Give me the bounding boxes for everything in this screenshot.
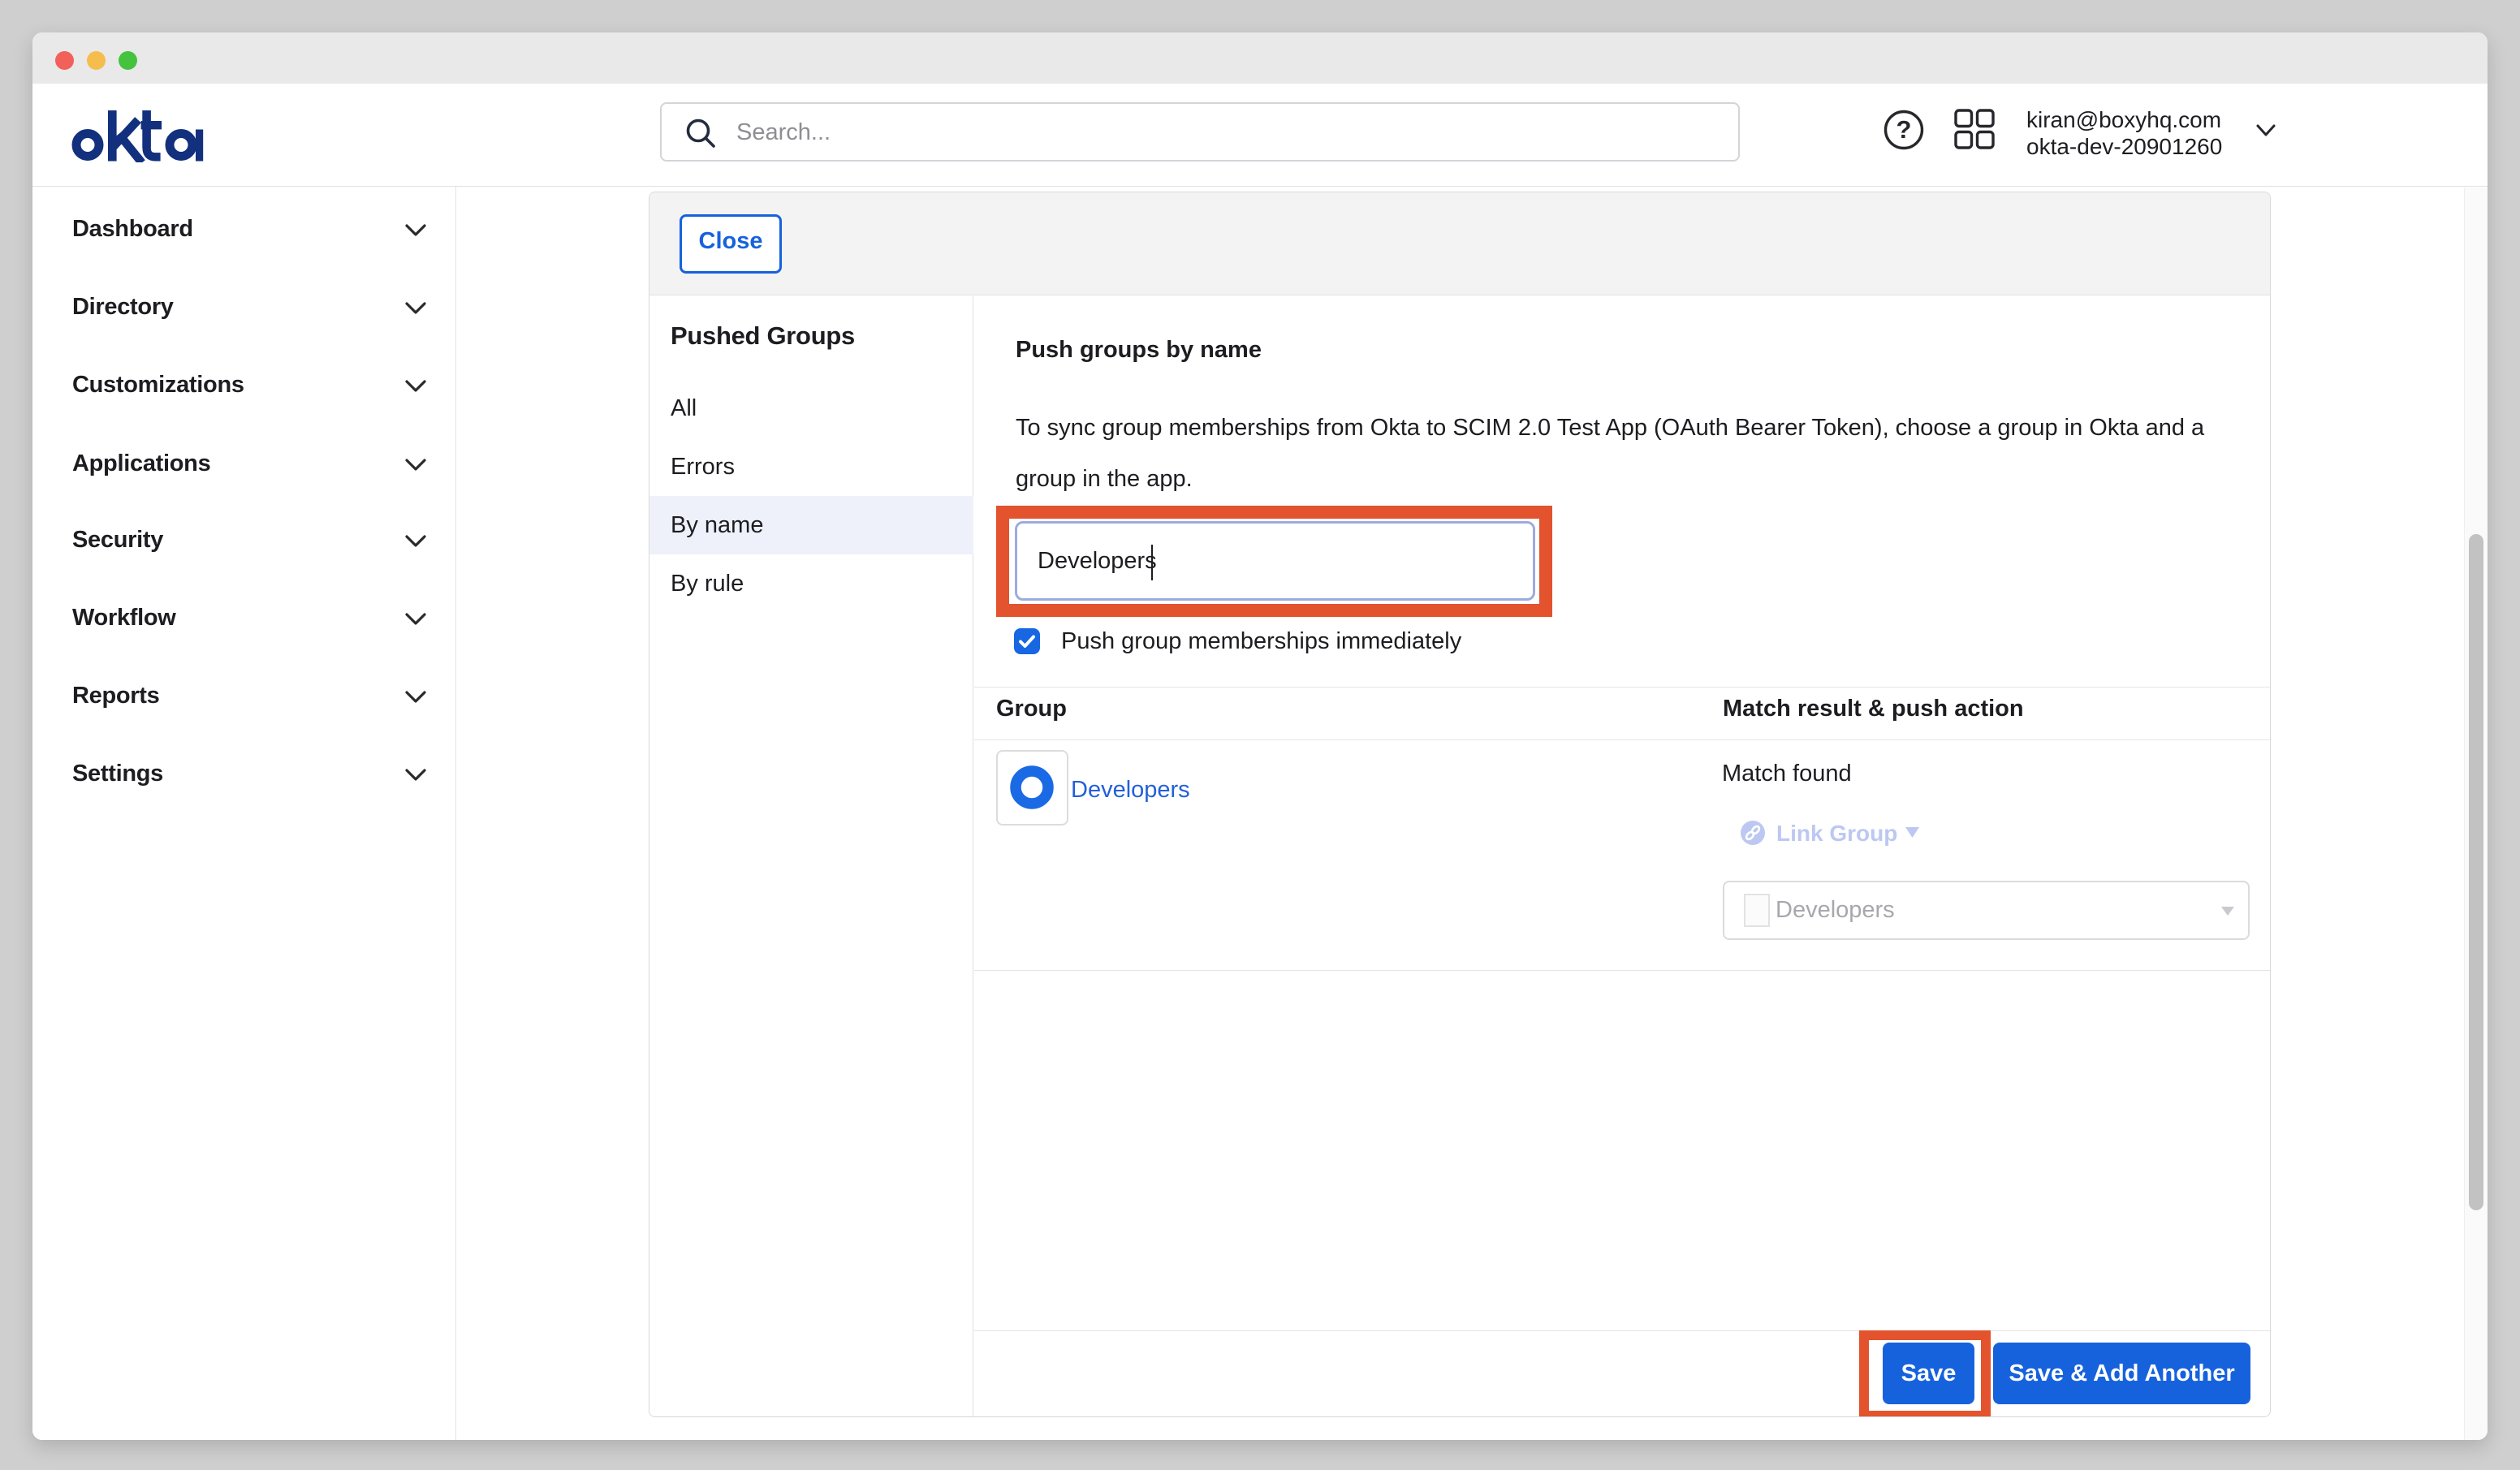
svg-text:?: ? [1896, 115, 1912, 144]
